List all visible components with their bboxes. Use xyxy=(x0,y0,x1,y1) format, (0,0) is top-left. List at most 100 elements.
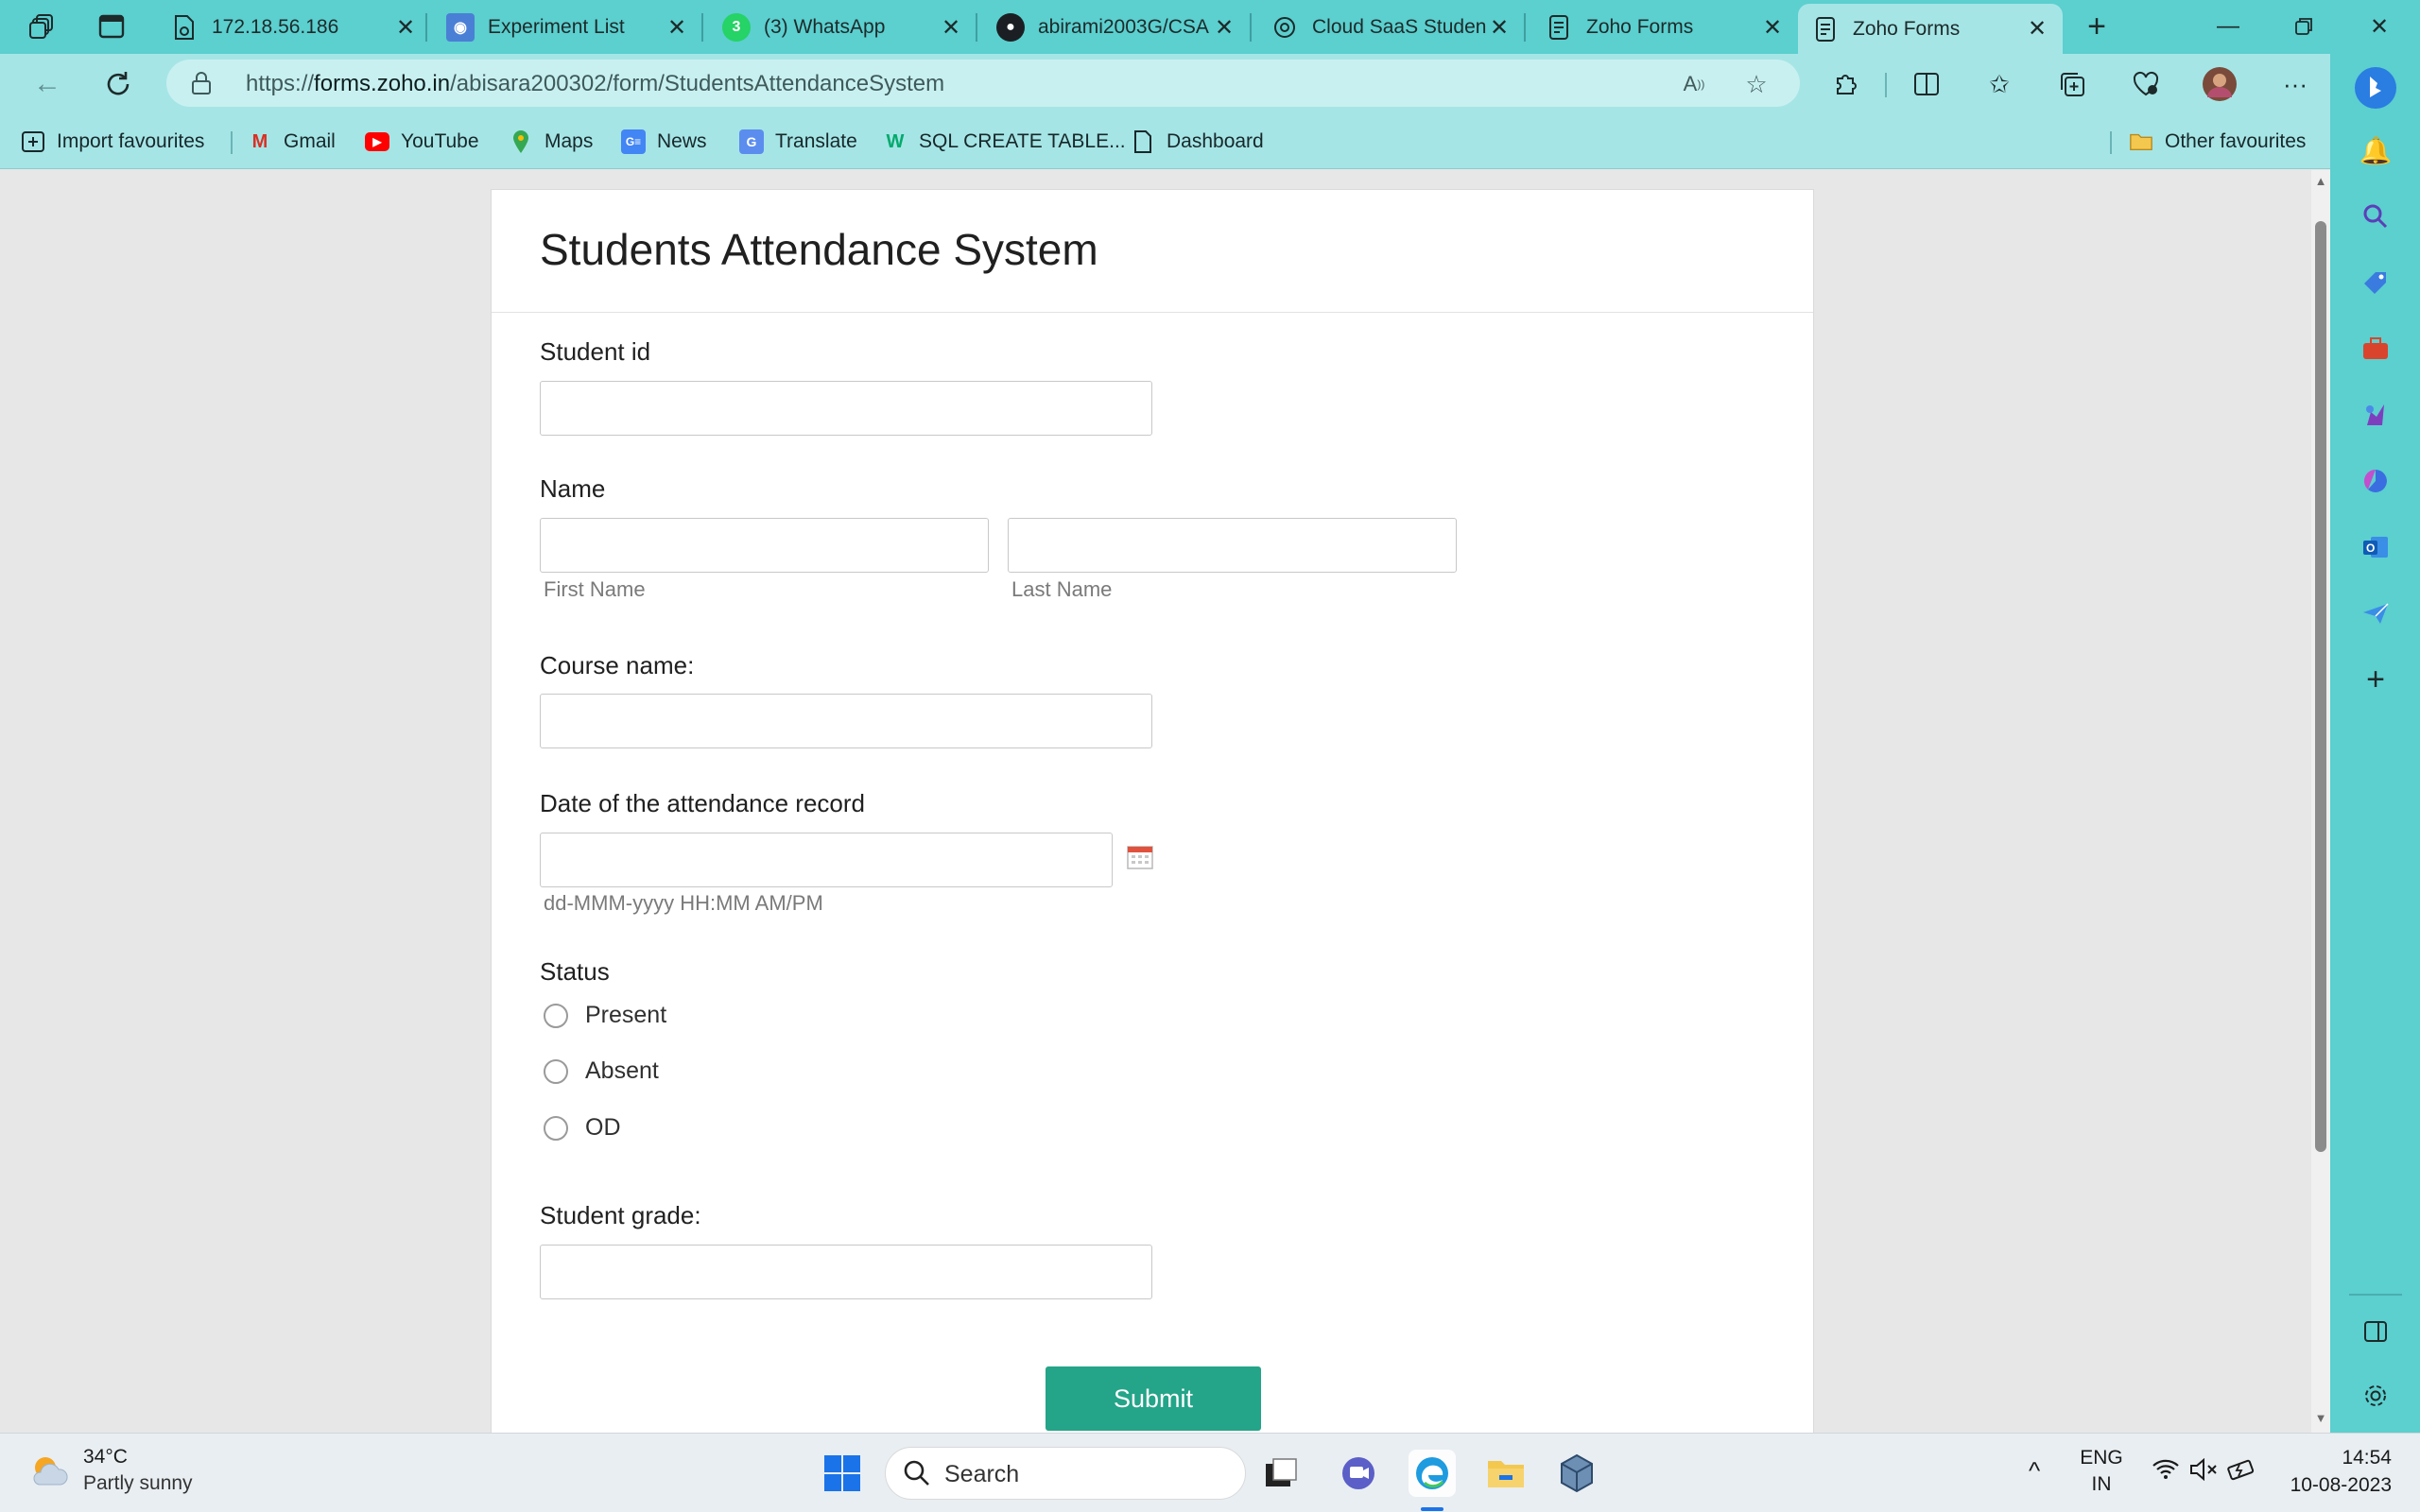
submit-button[interactable]: Submit xyxy=(1046,1366,1261,1431)
close-icon[interactable]: ✕ xyxy=(393,14,418,42)
add-sidebar-app-icon[interactable]: + xyxy=(2357,661,2394,698)
radio-button[interactable] xyxy=(544,1115,568,1141)
read-aloud-icon[interactable]: A)) xyxy=(1679,69,1709,99)
new-tab-icon[interactable]: + xyxy=(2080,9,2114,44)
hide-sidebar-icon[interactable] xyxy=(2357,1313,2394,1350)
tab-ip-address[interactable]: 172.18.56.186 ✕ xyxy=(157,4,431,51)
browser-essentials-icon[interactable] xyxy=(2127,65,2165,103)
fav-sql-create-table[interactable]: W SQL CREATE TABLE... xyxy=(883,126,1126,158)
tab-zoho-forms[interactable]: Zoho Forms ✕ xyxy=(1531,4,1798,51)
split-screen-icon[interactable] xyxy=(1908,65,1945,103)
student-grade-input[interactable] xyxy=(540,1245,1152,1299)
close-icon[interactable]: ✕ xyxy=(665,14,689,42)
fav-label: Gmail xyxy=(284,130,336,152)
games-icon[interactable] xyxy=(2357,396,2394,434)
notification-bell-icon[interactable]: 🔔 xyxy=(2357,131,2394,169)
lock-icon[interactable] xyxy=(191,71,212,95)
scroll-down-arrow-icon[interactable]: ▼ xyxy=(2314,1412,2327,1425)
student-id-input[interactable] xyxy=(540,381,1152,436)
weather-icon[interactable] xyxy=(26,1449,74,1496)
sidebar-settings-icon[interactable] xyxy=(2357,1377,2394,1415)
url-bar[interactable]: https://forms.zoho.in/abisara200302/form… xyxy=(166,60,1800,107)
search-icon[interactable] xyxy=(2357,198,2394,235)
profile-avatar[interactable] xyxy=(2201,65,2238,103)
radio-button[interactable] xyxy=(544,1003,568,1028)
fav-maps[interactable]: Maps xyxy=(509,126,593,158)
tab-title: Cloud SaaS Studen xyxy=(1312,16,1487,38)
tab-whatsapp[interactable]: 3 (3) WhatsApp ✕ xyxy=(709,4,977,51)
close-icon[interactable]: ✕ xyxy=(939,14,963,42)
status-option-absent[interactable]: Absent xyxy=(544,1057,659,1085)
close-icon[interactable]: ✕ xyxy=(2025,15,2049,43)
fav-gmail[interactable]: M Gmail xyxy=(248,126,336,158)
page-scrollbar[interactable]: ▲ ▼ xyxy=(2311,170,2330,1433)
clock-date[interactable]: 10-08-2023 xyxy=(2276,1474,2392,1497)
tab-title: 172.18.56.186 xyxy=(212,16,339,38)
file-explorer-icon[interactable] xyxy=(1482,1450,1530,1497)
zoho-forms-icon xyxy=(1545,13,1573,42)
workspaces-icon[interactable] xyxy=(26,9,60,43)
folder-icon xyxy=(2129,129,2153,154)
status-option-present[interactable]: Present xyxy=(544,1002,666,1029)
send-drop-icon[interactable] xyxy=(2357,594,2394,632)
collections-icon[interactable] xyxy=(2053,65,2091,103)
fav-import-favourites[interactable]: Import favourites xyxy=(21,126,204,158)
url-text[interactable]: https://forms.zoho.in/abisara200302/form… xyxy=(246,71,944,97)
start-icon[interactable] xyxy=(819,1450,866,1497)
close-icon[interactable]: ✕ xyxy=(1212,14,1236,42)
news-icon: G≡ xyxy=(621,129,646,154)
calendar-icon[interactable] xyxy=(1127,845,1153,869)
first-name-input[interactable] xyxy=(540,518,989,573)
wifi-icon[interactable] xyxy=(2152,1458,2180,1486)
back-icon[interactable]: ← xyxy=(26,63,68,105)
scroll-up-arrow-icon[interactable]: ▲ xyxy=(2314,175,2327,188)
close-icon[interactable]: ✕ xyxy=(1487,14,1512,42)
tab-actions-icon[interactable] xyxy=(95,9,129,43)
tab-github[interactable]: ● abirami2003G/CSA ✕ xyxy=(983,4,1250,51)
scrollbar-thumb[interactable] xyxy=(2315,221,2326,1152)
status-option-od[interactable]: OD xyxy=(544,1114,621,1142)
radio-button[interactable] xyxy=(544,1058,568,1084)
fav-youtube[interactable]: ▶ YouTube xyxy=(365,126,479,158)
search-icon xyxy=(903,1459,931,1487)
course-name-input[interactable] xyxy=(540,694,1152,748)
tab-zoho-forms-active[interactable]: Zoho Forms ✕ xyxy=(1798,4,2063,54)
volume-muted-icon[interactable] xyxy=(2189,1457,2218,1486)
battery-icon[interactable] xyxy=(2227,1458,2257,1486)
fav-label: Maps xyxy=(544,130,594,152)
tab-experiment-list[interactable]: ◉ Experiment List ✕ xyxy=(433,4,702,51)
fav-other-favourites[interactable]: Other favourites xyxy=(2129,126,2306,158)
date-input[interactable] xyxy=(540,833,1113,887)
microsoft-365-icon[interactable] xyxy=(2357,462,2394,500)
show-hidden-icons-icon[interactable]: ^ xyxy=(2029,1456,2040,1486)
shopping-tag-icon[interactable] xyxy=(2357,264,2394,301)
refresh-icon[interactable] xyxy=(97,63,139,105)
favourites-icon[interactable]: ✩ xyxy=(1980,65,2018,103)
minimize-icon[interactable]: — xyxy=(2200,8,2256,45)
close-icon[interactable]: ✕ xyxy=(1760,14,1785,42)
fav-translate[interactable]: G Translate xyxy=(739,126,857,158)
teams-chat-icon[interactable] xyxy=(1335,1450,1382,1497)
radio-label: Present xyxy=(585,1002,667,1028)
fav-label: Translate xyxy=(775,130,857,152)
import-icon xyxy=(21,129,45,154)
virtualbox-icon[interactable] xyxy=(1553,1450,1600,1497)
outlook-icon[interactable]: O xyxy=(2357,528,2394,566)
favourite-star-icon[interactable]: ☆ xyxy=(1741,69,1772,99)
fav-news[interactable]: G≡ News xyxy=(621,126,707,158)
url-host: forms.zoho.in xyxy=(314,71,451,96)
window-close-icon[interactable]: ✕ xyxy=(2351,8,2408,45)
task-view-icon[interactable] xyxy=(1257,1450,1305,1497)
extensions-icon[interactable] xyxy=(1826,65,1864,103)
tab-cloud-saas[interactable]: Cloud SaaS Studen ✕ xyxy=(1257,4,1525,51)
language-indicator[interactable]: ENG IN xyxy=(2078,1447,2125,1496)
restore-icon[interactable] xyxy=(2275,8,2332,45)
tools-briefcase-icon[interactable] xyxy=(2357,330,2394,368)
clock-time[interactable]: 14:54 xyxy=(2286,1447,2392,1469)
last-name-input[interactable] xyxy=(1008,518,1457,573)
more-options-icon[interactable]: ··· xyxy=(2276,65,2314,103)
edge-taskbar-icon[interactable] xyxy=(1409,1450,1456,1497)
bing-chat-icon[interactable] xyxy=(2351,63,2400,112)
fav-dashboard[interactable]: Dashboard xyxy=(1131,126,1264,158)
taskbar-search[interactable]: Search xyxy=(885,1447,1246,1500)
